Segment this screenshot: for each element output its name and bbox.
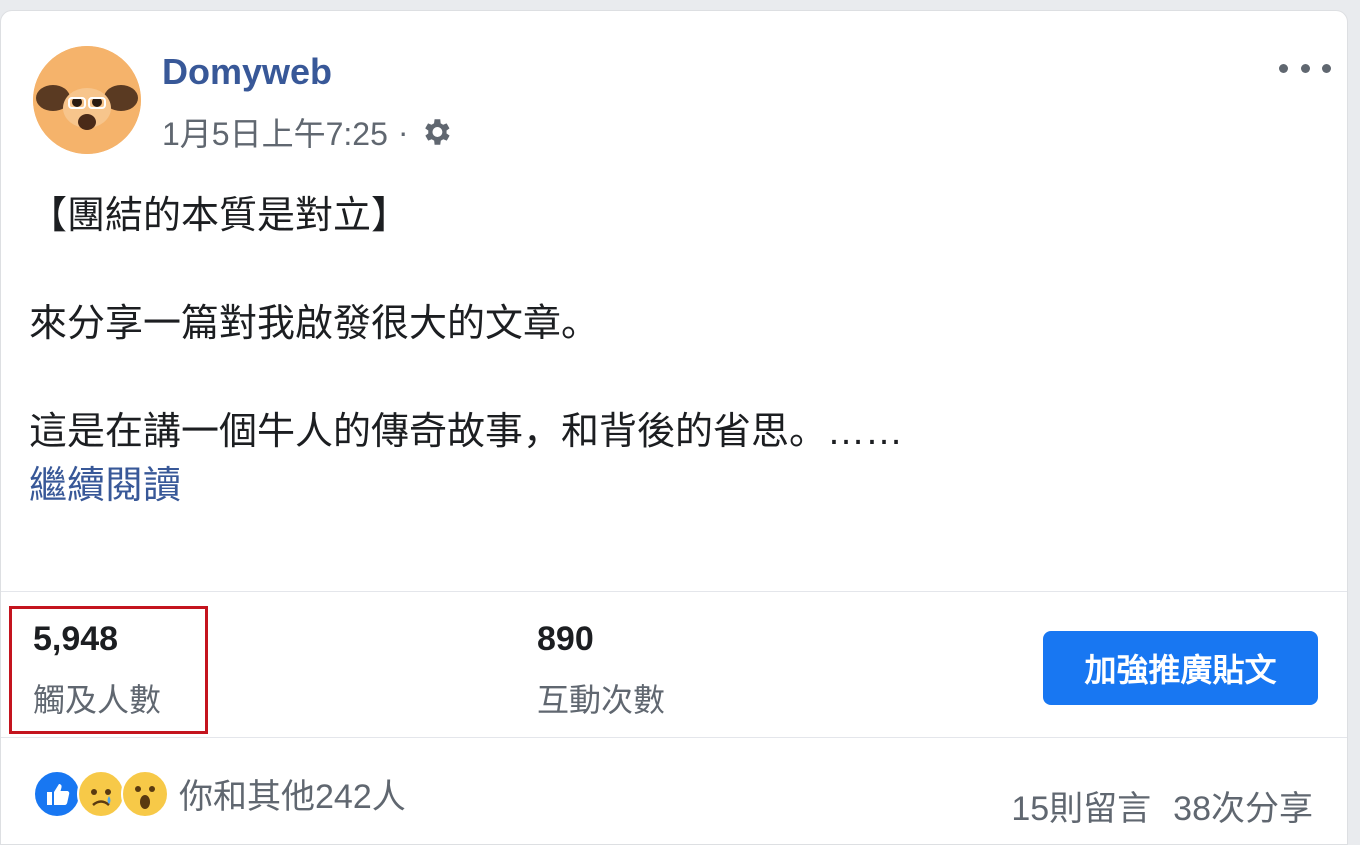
gear-icon[interactable] (419, 115, 453, 149)
post-timestamp[interactable]: 1月5日上午7:25 (162, 109, 388, 155)
engagement-stat[interactable]: 890 互動次數 (537, 619, 665, 721)
post-line: 來分享一篇對我啟發很大的文章。 (29, 303, 600, 345)
avatar-icon (33, 46, 141, 154)
boost-post-button[interactable]: 加強推廣貼文 (1043, 631, 1318, 705)
reactions-summary[interactable]: 你和其他242人 (33, 769, 406, 818)
read-more-link[interactable]: 繼續閱讀 (29, 459, 1319, 513)
engagement-value: 890 (537, 620, 594, 658)
page-name-link[interactable]: Domyweb (162, 51, 332, 93)
dot-icon (1279, 63, 1288, 73)
page-avatar[interactable] (33, 46, 141, 154)
reach-highlight-box (9, 606, 208, 734)
shares-count-link[interactable]: 38次分享 (1173, 781, 1313, 830)
wow-icon (121, 769, 169, 818)
post-card: Domyweb 1月5日上午7:25 · 【團結的本質是對立】 來分享一篇對我啟… (0, 10, 1348, 845)
sad-icon (77, 769, 125, 818)
dot-icon (1300, 63, 1310, 73)
more-options-button[interactable] (1279, 53, 1331, 83)
engagement-counts: 15則留言 38次分享 (1011, 781, 1313, 830)
post-title-line: 【團結的本質是對立】 (29, 195, 410, 237)
dot-icon (1322, 63, 1331, 73)
divider (1, 737, 1347, 738)
like-icon (33, 769, 81, 818)
engagement-label: 互動次數 (537, 682, 666, 718)
comments-count-link[interactable]: 15則留言 (1011, 781, 1151, 830)
reaction-count-text[interactable]: 你和其他242人 (179, 769, 406, 818)
divider (1, 591, 1347, 592)
meta-separator: · (397, 113, 409, 150)
post-line: 這是在講一個牛人的傳奇故事，和背後的省思。…… (29, 411, 904, 453)
post-meta: 1月5日上午7:25 · (162, 109, 453, 155)
post-body: 【團結的本質是對立】 來分享一篇對我啟發很大的文章。 這是在講一個牛人的傳奇故事… (29, 189, 1319, 513)
